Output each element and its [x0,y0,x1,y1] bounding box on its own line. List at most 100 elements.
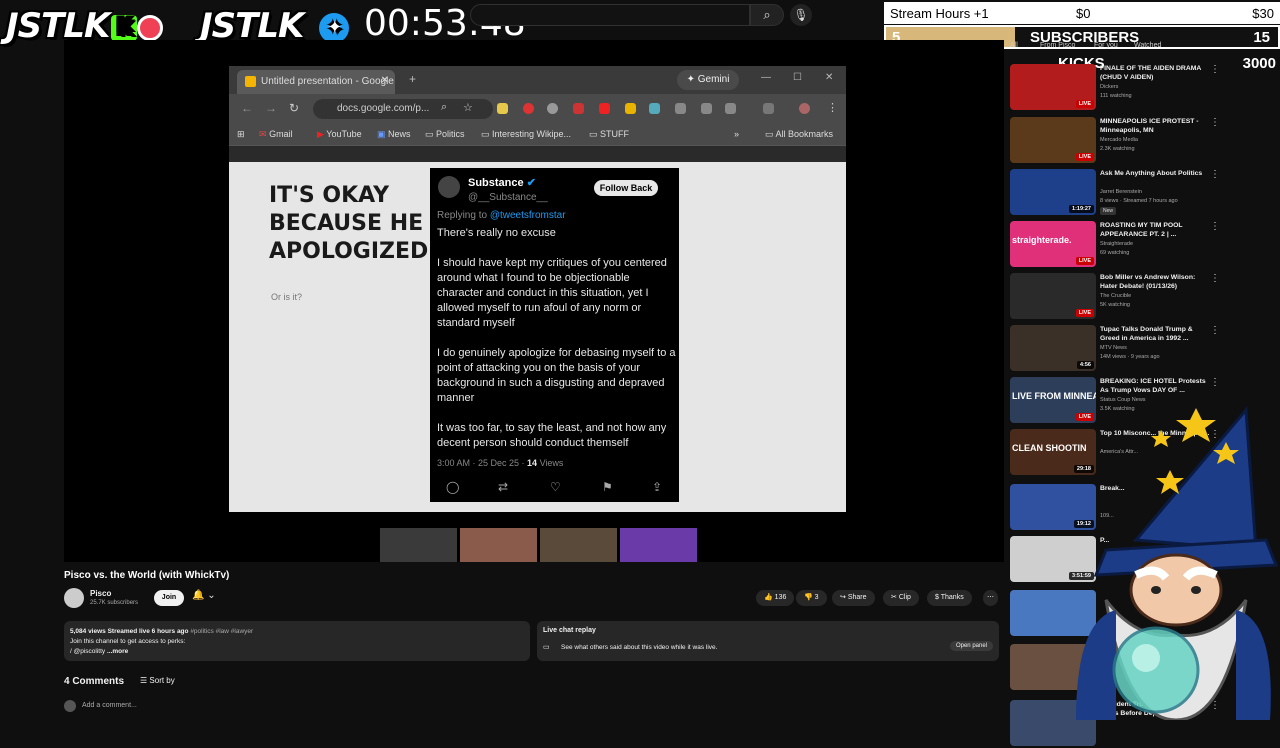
apps-icon[interactable]: ⊞ [237,129,245,140]
gemini-button[interactable]: ✦ Gemini [677,70,739,90]
extension-icon[interactable] [547,103,558,114]
bookmark-all[interactable]: ▭ All Bookmarks [765,129,833,140]
dislike-count: 3 [814,594,819,601]
extension-icon[interactable] [625,103,636,114]
sidebar-video-item[interactable]: LIVE MINNEAPOLIS ICE PROTEST - Minneapoli… [1010,117,1220,165]
notification-bell-icon[interactable]: 🔔 ⌄ [192,590,224,606]
description-box[interactable]: 5,084 views Streamed live 6 hours ago #p… [64,621,530,661]
channel-avatar[interactable] [64,588,84,608]
bookmark-news[interactable]: ▣ News [377,129,411,140]
more-options-icon[interactable]: ⋮ [1210,64,1220,75]
more-options-icon[interactable]: ⋮ [1210,169,1220,180]
follow-back-button[interactable]: Follow Back [594,180,658,196]
new-tab-icon[interactable]: + [409,72,416,86]
thumbnail-text: straighterade. [1012,235,1072,245]
sidebar-video-meta: 69 watching [1100,250,1130,256]
folder-icon: ▭ [589,129,598,139]
close-window-icon[interactable]: ✕ [825,72,833,83]
dislike-button[interactable]: 👎 3 [796,590,827,606]
extension-icon[interactable] [649,103,660,114]
bookmark-label: News [388,129,411,139]
clip-label: Clip [898,594,911,601]
sidebar-video-title[interactable]: Ask Me Anything About Politics [1100,169,1212,178]
sidebar-video-item[interactable]: LIVE FINALE OF THE AIDEN DRAMA (CHUD V AI… [1010,64,1220,112]
extension-icon[interactable] [725,103,736,114]
video-thumbnail[interactable]: 4:56 [1010,325,1096,371]
extension-icon[interactable] [675,103,686,114]
sidebar-video-title[interactable]: MINNEAPOLIS ICE PROTEST - Minneapolis, M… [1100,117,1212,135]
more-actions-icon[interactable]: ⋯ [983,590,998,606]
sidebar-video-item[interactable]: 1:19:27 Ask Me Anything About Politics ⋮ Ja… [1010,169,1220,217]
tweet-timestamp: 3:00 AM · 25 Dec 25 · [437,458,528,468]
live-chat-replay-box: Live chat replay ▭ See what others said … [537,621,999,661]
search-icon[interactable]: ⌕ [441,101,447,114]
sidebar-video-title[interactable]: Bob Miller vs Andrew Wilson: Hater Debat… [1100,273,1212,291]
chevron-right-icon[interactable]: » [734,129,739,139]
bookmark-gmail[interactable]: ✉ Gmail [259,129,293,140]
show-more-link[interactable]: ...more [107,648,128,655]
open-panel-button[interactable]: Open panel [949,641,993,651]
chip-for-you[interactable]: For you [1094,42,1118,49]
more-options-icon[interactable]: ⋮ [1210,377,1220,388]
forward-icon[interactable]: → [265,101,277,115]
minimize-icon[interactable]: — [761,72,771,83]
close-icon[interactable]: ✕ [381,75,389,86]
sidebar-video-item[interactable]: 4:56 Tupac Talks Donald Trump & Greed in … [1010,325,1220,373]
video-thumbnail[interactable]: 1:19:27 [1010,169,1096,215]
channel-name[interactable]: Pisco [90,589,111,598]
sidebar-video-title[interactable]: Tupac Talks Donald Trump & Greed in Amer… [1100,325,1212,343]
video-thumbnail[interactable]: LIVE [1010,117,1096,163]
extension-icon[interactable] [573,103,584,114]
mic-icon[interactable]: 🎙 [790,4,812,26]
maximize-icon[interactable]: ☐ [793,72,802,83]
join-button[interactable]: Join [154,590,184,606]
more-options-icon[interactable]: ⋮ [1210,221,1220,232]
video-thumbnail[interactable]: straighterade. LIVE [1010,221,1096,267]
thanks-button[interactable]: $ Thanks [927,590,972,606]
clip-button[interactable]: ✂ Clip [883,590,919,606]
bookmark-stuff[interactable]: ▭ STUFF [589,129,629,140]
sidepanel-icon[interactable] [763,103,774,114]
search-icon[interactable]: ⌕ [750,4,784,26]
browser-tab[interactable]: Untitled presentation - Google ✕ [237,70,395,94]
sort-by-button[interactable]: ☰ Sort by [140,676,175,685]
star-icon[interactable]: ☆ [463,101,473,114]
more-options-icon[interactable]: ⋮ [1210,325,1220,336]
scissors-icon: ✂ [891,594,897,601]
description-link[interactable]: / @piscolitty [70,648,105,655]
sidebar-video-item[interactable]: LIVE Bob Miller vs Andrew Wilson: Hater D… [1010,273,1220,321]
video-thumbnail[interactable]: LIVE [1010,64,1096,110]
chip-all[interactable]: All [1010,42,1018,49]
browser-window: Untitled presentation - Google ✕ + ✦ Gem… [229,66,846,512]
browser-toolbar: ← → ↻ docs.google.com/p... ⌕ ☆ ⋮ [229,94,846,124]
chip-from-pisco[interactable]: From Pisco [1040,42,1075,49]
bookmark-wikipedia[interactable]: ▭ Interesting Wikipe... [481,129,571,140]
sidebar-channel-name: Dickers [1100,84,1119,90]
like-button[interactable]: 👍 136 [756,590,795,606]
bookmark-label: Gmail [269,129,293,139]
more-options-icon[interactable]: ⋮ [1210,117,1220,128]
share-button[interactable]: ↪ Share [832,590,875,606]
extension-icon[interactable] [523,103,534,114]
sidebar-video-title[interactable]: FINALE OF THE AIDEN DRAMA (CHUD V AIDEN) [1100,64,1212,82]
search-input[interactable] [470,4,750,26]
chat-replay-title: Live chat replay [543,627,596,634]
video-thumbnail[interactable]: LIVE [1010,273,1096,319]
back-icon[interactable]: ← [241,101,253,115]
tweet-author-handle: @__Substance__ [468,192,548,203]
sidebar-video-item[interactable]: straighterade. LIVE ROASTING MY TIM POOL A… [1010,221,1220,269]
avatar [438,176,460,198]
slide-title-line: BECAUSE HE [269,211,424,236]
menu-icon[interactable]: ⋮ [827,101,838,114]
more-options-icon[interactable]: ⋮ [1210,273,1220,284]
reload-icon[interactable]: ↻ [289,101,299,115]
add-comment-input[interactable]: Add a comment... [82,702,137,709]
chip-watched[interactable]: Watched [1134,42,1161,49]
profile-icon[interactable] [799,103,810,114]
extension-icon[interactable] [701,103,712,114]
bookmark-politics[interactable]: ▭ Politics [425,129,465,140]
bookmark-youtube[interactable]: ▶ YouTube [317,129,362,140]
sidebar-video-title[interactable]: ROASTING MY TIM POOL APPEARANCE PT. 2 | … [1100,221,1212,239]
extension-icon[interactable] [497,103,508,114]
extension-icon[interactable] [599,103,610,114]
